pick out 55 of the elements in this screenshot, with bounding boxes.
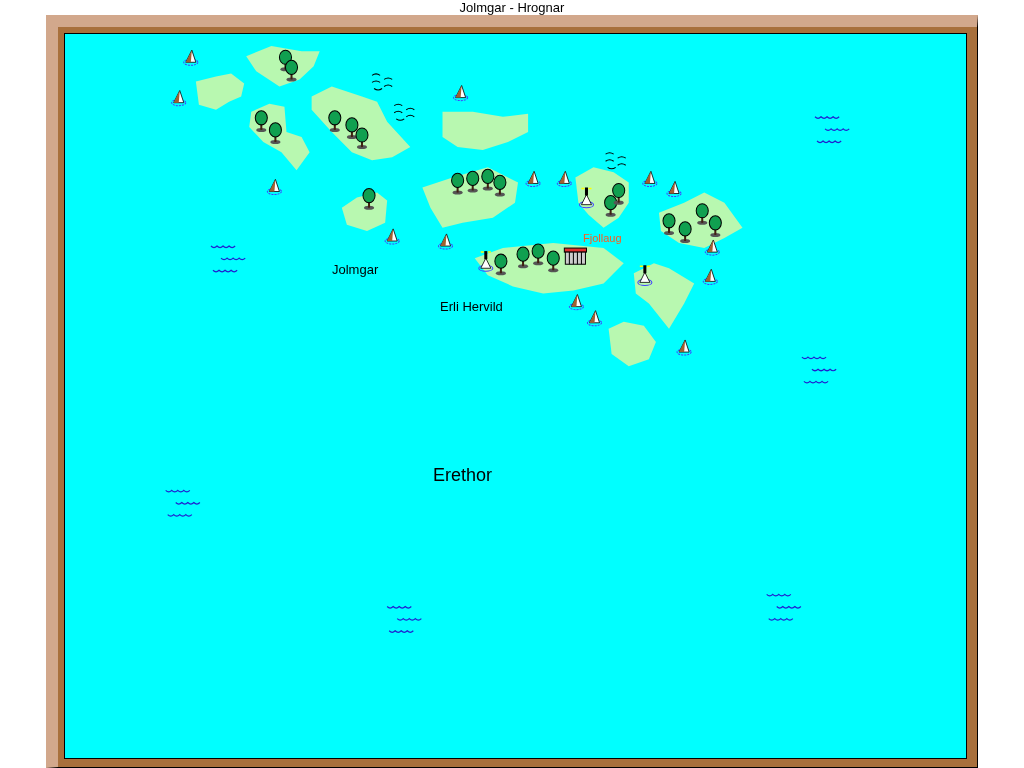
tree-icon xyxy=(328,110,342,132)
rock-icon xyxy=(171,90,187,107)
tree-icon xyxy=(516,246,530,269)
tree-icon xyxy=(546,250,560,273)
rock-icon xyxy=(384,228,400,245)
temple-icon xyxy=(563,247,587,265)
lighthouse-icon xyxy=(637,265,653,286)
place-label: Jolmgar xyxy=(332,263,379,276)
waves-icon xyxy=(386,605,422,633)
tree-icon xyxy=(355,127,369,150)
wind-lines-icon xyxy=(393,103,415,121)
rock-icon xyxy=(438,233,454,250)
island xyxy=(341,192,388,231)
waves-icon xyxy=(210,245,246,273)
tree-icon xyxy=(466,170,480,193)
lighthouse-icon xyxy=(478,251,494,272)
rock-icon xyxy=(183,49,199,66)
tree-icon xyxy=(695,203,709,225)
place-label: Fjollaug xyxy=(583,233,622,244)
tree-icon xyxy=(451,172,465,195)
rock-icon xyxy=(568,294,584,311)
rock-icon xyxy=(453,85,469,102)
rock-icon xyxy=(525,170,541,187)
tree-icon xyxy=(254,110,268,132)
rock-icon xyxy=(642,170,658,187)
waves-icon xyxy=(165,489,201,517)
rock-icon xyxy=(676,339,692,356)
waves-icon xyxy=(814,116,850,144)
lighthouse-icon xyxy=(578,187,595,209)
tree-icon xyxy=(494,253,508,276)
rock-icon xyxy=(704,239,720,256)
place-label: Erli Hervild xyxy=(440,300,503,313)
waves-icon xyxy=(766,593,802,621)
tree-icon xyxy=(345,117,359,139)
window-title: Jolmgar - Hrognar xyxy=(459,1,565,14)
rock-icon xyxy=(266,179,282,196)
tree-icon xyxy=(284,59,299,82)
rock-icon xyxy=(586,310,603,327)
tree-icon xyxy=(531,243,545,266)
tree-icon xyxy=(481,168,495,191)
tree-icon xyxy=(678,221,692,243)
place-label: Erethor xyxy=(433,466,493,484)
rock-icon xyxy=(666,181,682,198)
tree-icon xyxy=(662,213,676,235)
tree-icon xyxy=(612,182,626,205)
tree-icon xyxy=(268,122,282,145)
wind-lines-icon xyxy=(371,73,393,91)
tree-icon xyxy=(493,174,507,197)
tree-icon xyxy=(708,215,722,237)
rock-icon xyxy=(556,170,572,187)
tree-icon xyxy=(362,188,376,210)
waves-icon xyxy=(801,356,837,384)
wind-lines-icon xyxy=(605,152,627,170)
tree-icon xyxy=(604,195,618,217)
rock-icon xyxy=(702,268,718,285)
